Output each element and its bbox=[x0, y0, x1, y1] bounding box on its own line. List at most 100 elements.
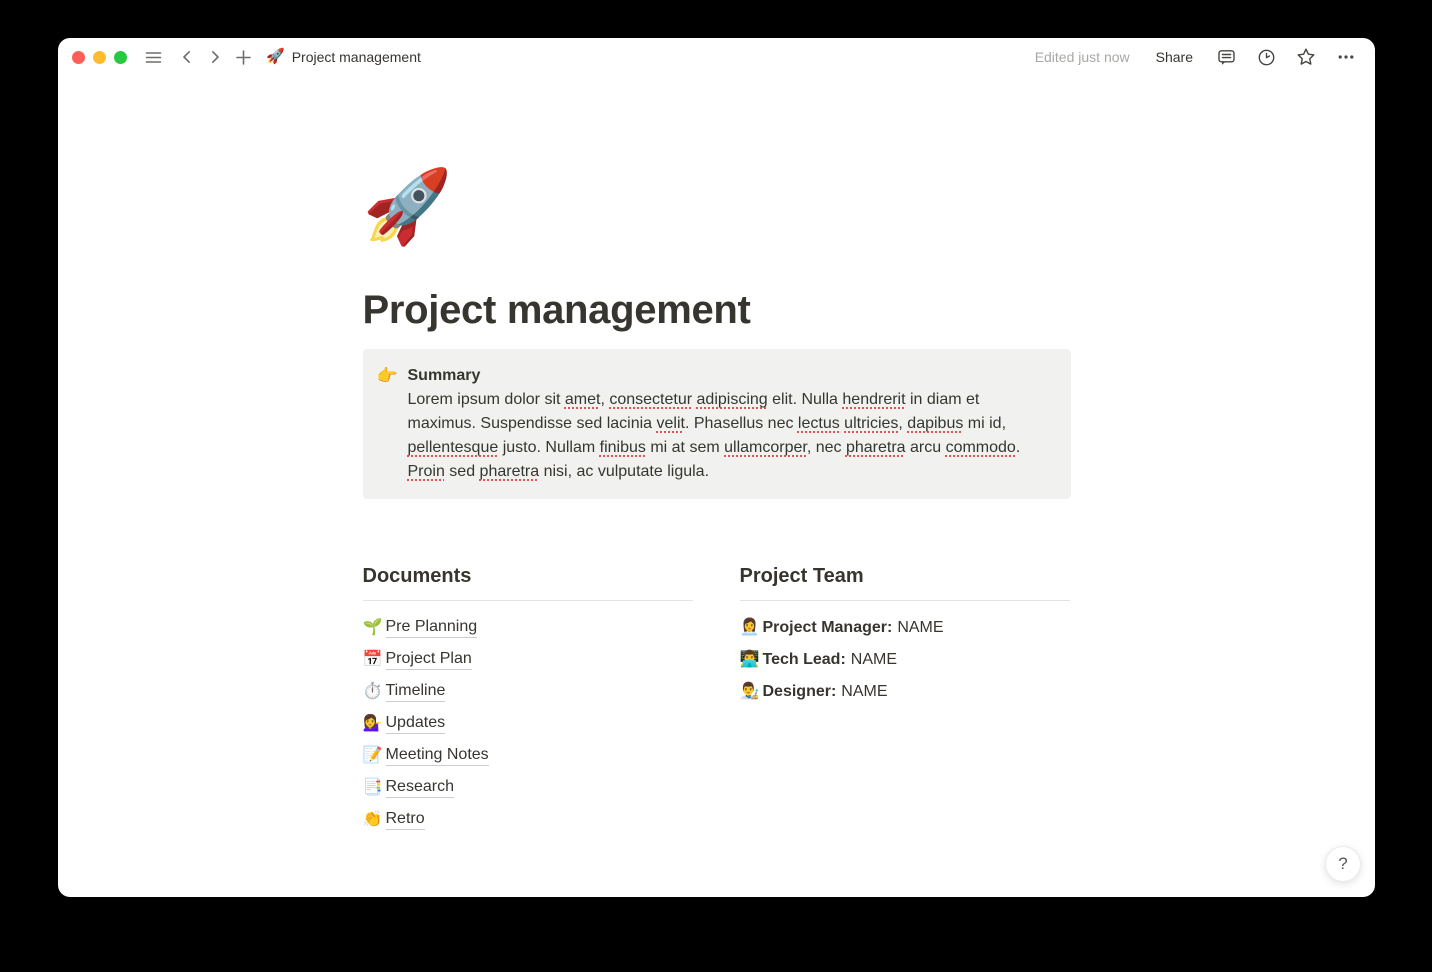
team-member-emoji-icon: 👩‍💼 bbox=[740, 618, 763, 638]
zoom-window-button[interactable] bbox=[114, 51, 127, 64]
document-emoji-icon: 👏 bbox=[363, 810, 386, 830]
misspelled-word: pellentesque bbox=[408, 439, 499, 456]
comment-bubble-icon bbox=[1217, 48, 1236, 67]
team-column: Project Team 👩‍💼Project Manager:NAME👨‍💻T… bbox=[740, 563, 1070, 836]
text-segment: , bbox=[898, 415, 907, 432]
close-window-button[interactable] bbox=[72, 51, 85, 64]
document-page-link[interactable]: Research bbox=[386, 778, 454, 798]
misspelled-word: ullamcorper bbox=[724, 439, 807, 456]
star-icon bbox=[1296, 47, 1316, 67]
team-list: 👩‍💼Project Manager:NAME👨‍💻Tech Lead:NAME… bbox=[740, 612, 1070, 708]
document-list-item: 📝Meeting Notes bbox=[363, 740, 693, 772]
document-list-item: 👏Retro bbox=[363, 804, 693, 836]
new-page-button[interactable] bbox=[230, 44, 256, 70]
documents-divider bbox=[363, 600, 693, 601]
misspelled-word: lectus bbox=[798, 415, 840, 432]
documents-column: Documents 🌱Pre Planning📅Project Plan⏱️Ti… bbox=[363, 563, 693, 836]
misspelled-word: hendrerit bbox=[842, 391, 905, 408]
chevron-left-icon bbox=[179, 49, 195, 65]
misspelled-word: pharetra bbox=[846, 439, 906, 456]
comments-button[interactable] bbox=[1213, 44, 1239, 70]
favorite-button[interactable] bbox=[1293, 44, 1319, 70]
document-page-link[interactable]: Retro bbox=[386, 810, 425, 830]
hamburger-menu-icon bbox=[144, 48, 163, 67]
team-member-emoji-icon: 👨‍💻 bbox=[740, 650, 763, 670]
breadcrumb[interactable]: 🚀 Project management bbox=[266, 49, 421, 65]
text-segment: , nec bbox=[807, 439, 846, 456]
titlebar-left-group: 🚀 Project management bbox=[68, 44, 421, 70]
document-list-item: 📑Research bbox=[363, 772, 693, 804]
plus-icon bbox=[235, 49, 252, 66]
misspelled-word: finibus bbox=[600, 439, 646, 456]
misspelled-word: ultricies bbox=[844, 415, 898, 432]
team-member-name: NAME bbox=[841, 683, 887, 701]
document-page-link[interactable]: Timeline bbox=[386, 682, 446, 702]
callout-body: Summary Lorem ipsum dolor sit amet, cons… bbox=[408, 364, 1038, 484]
document-page-link[interactable]: Meeting Notes bbox=[386, 746, 489, 766]
summary-callout[interactable]: 👉 Summary Lorem ipsum dolor sit amet, co… bbox=[363, 349, 1071, 499]
misspelled-word: velit bbox=[657, 415, 685, 432]
document-page-link[interactable]: Project Plan bbox=[386, 650, 472, 670]
edited-status: Edited just now bbox=[1035, 49, 1130, 65]
nav-back-button[interactable] bbox=[174, 44, 200, 70]
team-member-role: Tech Lead: bbox=[763, 651, 846, 669]
chevron-right-icon bbox=[207, 49, 223, 65]
document-page-link[interactable]: Pre Planning bbox=[386, 618, 478, 638]
team-member-role: Designer: bbox=[763, 683, 837, 701]
updates-button[interactable] bbox=[1253, 44, 1279, 70]
team-heading: Project Team bbox=[740, 563, 1070, 589]
traffic-lights bbox=[68, 51, 131, 64]
document-emoji-icon: ⏱️ bbox=[363, 682, 386, 702]
team-member-item: 👩‍💼Project Manager:NAME bbox=[740, 612, 1070, 644]
document-list-item: 📅Project Plan bbox=[363, 644, 693, 676]
document-emoji-icon: 🌱 bbox=[363, 618, 386, 638]
minimize-window-button[interactable] bbox=[93, 51, 106, 64]
misspelled-word: adipiscing bbox=[697, 391, 768, 408]
misspelled-word: consectetur bbox=[609, 391, 692, 408]
callout-paragraph: Lorem ipsum dolor sit amet, consectetur … bbox=[408, 388, 1038, 484]
sidebar-toggle-button[interactable] bbox=[140, 44, 166, 70]
text-segment: sed bbox=[445, 463, 480, 480]
titlebar-right-group: Edited just now Share bbox=[1035, 44, 1359, 70]
documents-list: 🌱Pre Planning📅Project Plan⏱️Timeline💁‍♀️… bbox=[363, 612, 693, 836]
text-segment: elit. Nulla bbox=[768, 391, 843, 408]
document-page-link[interactable]: Updates bbox=[386, 714, 446, 734]
nav-forward-button[interactable] bbox=[202, 44, 228, 70]
document-emoji-icon: 📅 bbox=[363, 650, 386, 670]
share-button[interactable]: Share bbox=[1150, 45, 1199, 69]
clock-icon bbox=[1257, 48, 1276, 67]
page-emoji-icon[interactable]: 🚀 bbox=[363, 168, 449, 246]
two-column-layout: Documents 🌱Pre Planning📅Project Plan⏱️Ti… bbox=[363, 563, 1071, 836]
ellipsis-icon bbox=[1336, 47, 1356, 67]
text-segment: mi at sem bbox=[646, 439, 724, 456]
help-button[interactable]: ? bbox=[1325, 846, 1361, 882]
document-list-item: ⏱️Timeline bbox=[363, 676, 693, 708]
window-titlebar: 🚀 Project management Edited just now Sha… bbox=[58, 38, 1375, 76]
text-segment: mi id, bbox=[963, 415, 1006, 432]
documents-heading: Documents bbox=[363, 563, 693, 589]
more-options-button[interactable] bbox=[1333, 44, 1359, 70]
page-title[interactable]: Project management bbox=[363, 286, 1071, 334]
document-list-item: 💁‍♀️Updates bbox=[363, 708, 693, 740]
text-segment: justo. Nullam bbox=[498, 439, 599, 456]
breadcrumb-page-title: Project management bbox=[292, 49, 421, 65]
team-member-name: NAME bbox=[897, 619, 943, 637]
breadcrumb-page-icon: 🚀 bbox=[266, 49, 285, 65]
page-content: 🚀 Project management 👉 Summary Lorem ips… bbox=[363, 76, 1071, 836]
callout-title: Summary bbox=[408, 364, 1038, 388]
team-divider bbox=[740, 600, 1070, 601]
team-member-emoji-icon: 👨‍🎨 bbox=[740, 682, 763, 702]
document-emoji-icon: 💁‍♀️ bbox=[363, 714, 386, 734]
misspelled-word: Proin bbox=[408, 463, 445, 480]
misspelled-word: dapibus bbox=[907, 415, 963, 432]
team-member-item: 👨‍🎨Designer:NAME bbox=[740, 676, 1070, 708]
pointing-finger-icon: 👉 bbox=[377, 364, 408, 388]
misspelled-word: commodo bbox=[946, 439, 1016, 456]
text-segment: . bbox=[1016, 439, 1020, 456]
document-list-item: 🌱Pre Planning bbox=[363, 612, 693, 644]
misspelled-word: pharetra bbox=[480, 463, 540, 480]
misspelled-word: amet bbox=[565, 391, 601, 408]
text-segment: nisi, ac vulputate ligula. bbox=[539, 463, 709, 480]
team-member-item: 👨‍💻Tech Lead:NAME bbox=[740, 644, 1070, 676]
text-segment: Lorem ipsum dolor sit bbox=[408, 391, 565, 408]
